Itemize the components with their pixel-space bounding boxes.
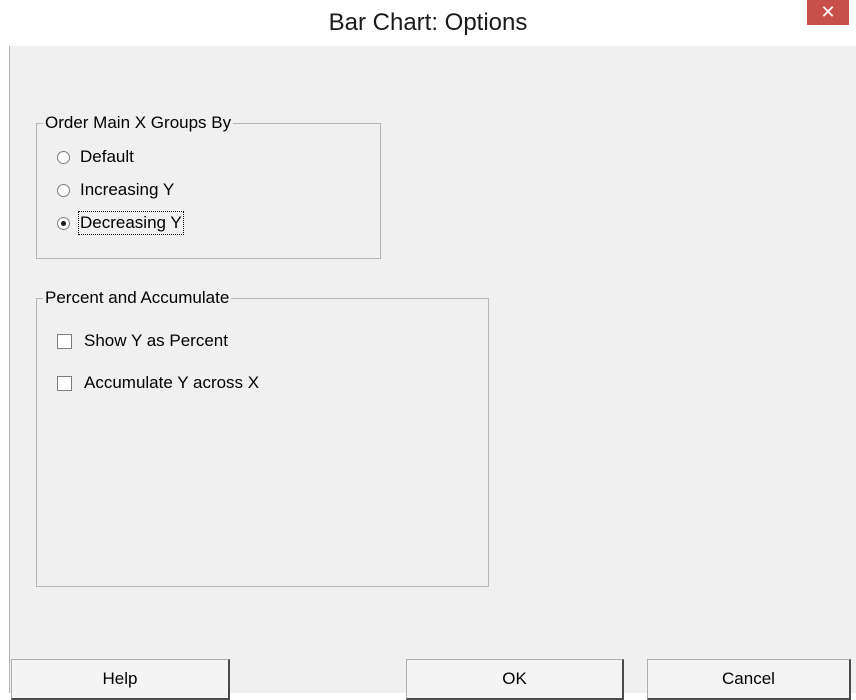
ok-button[interactable]: OK xyxy=(406,659,624,700)
checkbox-show-y-percent-box[interactable] xyxy=(57,333,72,349)
checkbox-show-y-percent-label: Show Y as Percent xyxy=(84,331,228,350)
radio-increasing-y-button[interactable] xyxy=(57,183,70,197)
close-button[interactable]: ✕ xyxy=(807,0,849,25)
order-group-label: Order Main X Groups By xyxy=(43,112,234,134)
dialog-title: Bar Chart: Options xyxy=(328,9,528,36)
percent-groupbox: Percent and Accumulate Show Y as Percent… xyxy=(36,287,489,587)
title-bar: Bar Chart: Options ✕ xyxy=(0,0,856,46)
radio-default[interactable]: Default xyxy=(57,147,134,167)
radio-increasing-y-label: Increasing Y xyxy=(80,180,175,199)
radio-decreasing-y-button[interactable] xyxy=(57,216,70,230)
checkbox-accumulate-y[interactable]: Accumulate Y across X xyxy=(57,373,259,393)
close-icon: ✕ xyxy=(820,2,836,22)
checkbox-accumulate-y-label: Accumulate Y across X xyxy=(84,373,260,392)
help-button[interactable]: Help xyxy=(11,659,230,700)
radio-default-button[interactable] xyxy=(57,150,70,164)
percent-group-label: Percent and Accumulate xyxy=(43,287,232,309)
radio-default-label: Default xyxy=(80,147,134,166)
cancel-button[interactable]: Cancel xyxy=(647,659,851,700)
checkbox-show-y-percent[interactable]: Show Y as Percent xyxy=(57,331,228,351)
radio-decreasing-y[interactable]: Decreasing Y xyxy=(57,211,184,235)
checkbox-accumulate-y-box[interactable] xyxy=(57,375,72,391)
radio-decreasing-y-label: Decreasing Y xyxy=(78,211,184,235)
order-groupbox: Order Main X Groups By Default Increasin… xyxy=(36,112,381,259)
radio-increasing-y[interactable]: Increasing Y xyxy=(57,180,174,200)
dialog-body: Order Main X Groups By Default Increasin… xyxy=(9,46,856,700)
